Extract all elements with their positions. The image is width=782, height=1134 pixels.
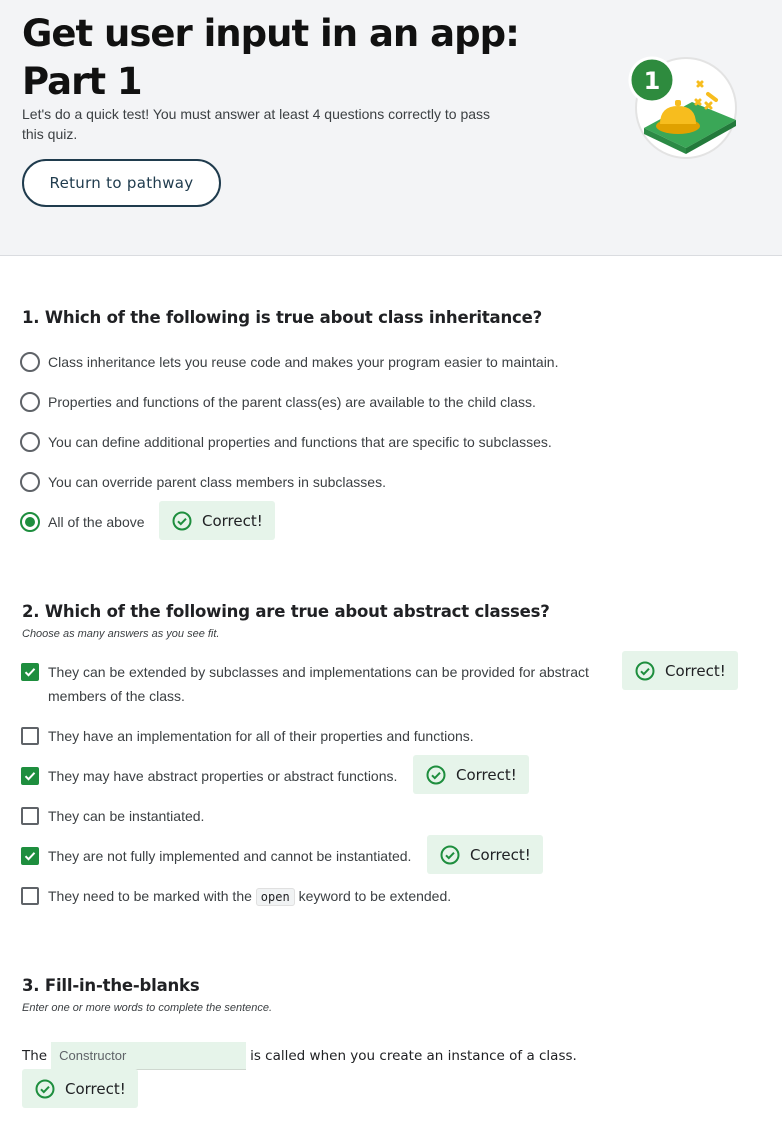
q1-option-2-label: Properties and functions of the parent c… bbox=[48, 394, 536, 410]
q2-option-5-label: They are not fully implemented and canno… bbox=[48, 848, 412, 864]
q2-option-4[interactable]: They can be instantiated. bbox=[20, 804, 204, 828]
radio-button-selected[interactable] bbox=[20, 512, 40, 532]
radio-button[interactable] bbox=[20, 432, 40, 452]
q2-option-3-label: They may have abstract properties or abs… bbox=[48, 768, 398, 784]
q1-option-3-label: You can define additional properties and… bbox=[48, 434, 552, 450]
q2-option-2[interactable]: They have an implementation for all of t… bbox=[20, 724, 474, 748]
page-subtitle: Let's do a quick test! You must answer a… bbox=[22, 106, 491, 142]
correct-feedback-badge: Correct! bbox=[22, 1069, 138, 1108]
return-to-pathway-button[interactable]: Return to pathway bbox=[22, 159, 221, 207]
page-title: Get user input in an app: Part 1 bbox=[22, 12, 520, 103]
checkmark-icon bbox=[24, 772, 36, 781]
question-2-hint: Choose as many answers as you see fit. bbox=[22, 628, 220, 640]
q2-option-1[interactable]: They can be extended by subclasses and i… bbox=[20, 660, 600, 708]
checkmark-icon bbox=[24, 852, 36, 861]
q1-option-2[interactable]: Properties and functions of the parent c… bbox=[20, 390, 536, 414]
quiz-badge-icon: 1 bbox=[628, 56, 737, 159]
checkbox-checked[interactable] bbox=[21, 663, 39, 681]
sentence-suffix: is called when you create an instance of… bbox=[250, 1048, 577, 1064]
q2-option-2-label: They have an implementation for all of t… bbox=[48, 728, 474, 744]
check-circle-icon bbox=[440, 845, 460, 864]
question-2-title: 2. Which of the following are true about… bbox=[22, 602, 550, 621]
badge-number: 1 bbox=[644, 67, 661, 95]
correct-feedback-badge: Correct! bbox=[413, 755, 529, 794]
check-circle-icon bbox=[426, 765, 446, 784]
correct-feedback-badge: Correct! bbox=[427, 835, 543, 874]
checkbox-checked[interactable] bbox=[21, 847, 39, 865]
q1-option-3[interactable]: You can define additional properties and… bbox=[20, 430, 552, 454]
checkmark-icon bbox=[24, 668, 36, 677]
blank-answer-input[interactable] bbox=[51, 1042, 247, 1070]
q2-option-3[interactable]: They may have abstract properties or abs… bbox=[20, 764, 397, 788]
correct-label: Correct! bbox=[65, 1079, 126, 1098]
correct-feedback-badge: Correct! bbox=[622, 651, 738, 690]
q2-option-6-text-end: keyword to be extended. bbox=[298, 888, 452, 904]
question-3-title: 3. Fill-in-the-blanks bbox=[22, 976, 200, 995]
q2-option-6-text-start: They need to be marked with the bbox=[48, 888, 252, 904]
q2-option-6-label: They need to be marked with the open key… bbox=[48, 884, 451, 909]
q2-option-5[interactable]: They are not fully implemented and canno… bbox=[20, 844, 411, 868]
q2-option-6[interactable]: They need to be marked with the open key… bbox=[20, 884, 451, 909]
q1-option-4-label: You can override parent class members in… bbox=[48, 474, 386, 490]
q1-option-5[interactable]: All of the above bbox=[20, 510, 145, 534]
checkbox[interactable] bbox=[21, 727, 39, 745]
quiz-header: Get user input in an app: Part 1 Let's d… bbox=[0, 0, 782, 256]
q1-option-5-label: All of the above bbox=[48, 514, 145, 530]
q1-option-1[interactable]: Class inheritance lets you reuse code an… bbox=[20, 350, 558, 374]
fill-in-blank-sentence: The is called when you create an instanc… bbox=[22, 1042, 577, 1070]
checkbox[interactable] bbox=[21, 887, 39, 905]
check-circle-icon bbox=[635, 661, 655, 680]
question-1-title: 1. Which of the following is true about … bbox=[22, 308, 542, 327]
sentence-prefix: The bbox=[22, 1048, 48, 1064]
checkbox-checked[interactable] bbox=[21, 767, 39, 785]
radio-button[interactable] bbox=[20, 472, 40, 492]
correct-label: Correct! bbox=[202, 511, 263, 530]
radio-button[interactable] bbox=[20, 352, 40, 372]
q2-option-4-label: They can be instantiated. bbox=[48, 808, 205, 824]
correct-label: Correct! bbox=[470, 845, 531, 864]
q2-option-1-label: They can be extended by subclasses and i… bbox=[48, 664, 589, 704]
check-circle-icon bbox=[172, 511, 192, 530]
correct-feedback-badge: Correct! bbox=[159, 501, 275, 540]
radio-button[interactable] bbox=[20, 392, 40, 412]
correct-label: Correct! bbox=[456, 765, 517, 784]
q1-option-4[interactable]: You can override parent class members in… bbox=[20, 470, 386, 494]
check-circle-icon bbox=[35, 1079, 55, 1098]
question-3-hint: Enter one or more words to complete the … bbox=[22, 1002, 273, 1014]
correct-label: Correct! bbox=[665, 661, 726, 680]
q1-option-1-label: Class inheritance lets you reuse code an… bbox=[48, 354, 559, 370]
open-keyword-code: open bbox=[255, 888, 295, 906]
checkbox[interactable] bbox=[21, 807, 39, 825]
